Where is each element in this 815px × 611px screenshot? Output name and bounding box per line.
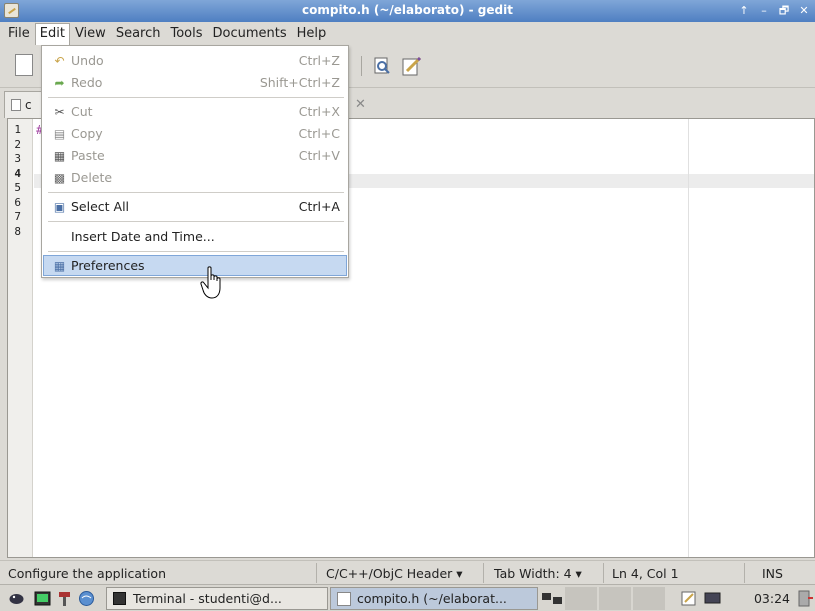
status-separator [744,563,745,583]
right-margin-line [688,119,689,557]
status-message: Configure the application [8,566,166,581]
delete-icon: ▩ [53,170,66,185]
taskbar-gedit-button[interactable]: compito.h (~/elaborat... [330,587,538,610]
network-icon[interactable] [541,590,563,607]
workspace-1[interactable] [565,587,597,610]
redo-icon: ➦ [54,75,65,90]
undo-icon: ↶ [54,53,65,68]
menu-item-paste[interactable]: ▦ Paste Ctrl+V [43,145,347,166]
terminal-launcher-icon[interactable] [34,590,51,607]
taskbar-gedit-label: compito.h (~/elaborat... [357,591,507,606]
toolbar-separator [361,56,362,76]
menu-file[interactable]: File [3,23,35,44]
gedit-icon [337,592,351,606]
web-browser-icon[interactable] [78,590,95,607]
preferences-icon: ▦ [53,258,66,273]
print-preview-icon[interactable] [373,57,391,75]
menu-item-preferences[interactable]: ▦ Preferences [43,255,347,276]
title-bar[interactable]: compito.h (~/elaborato) - gedit ↑ – 🗗 ✕ [0,0,815,22]
scissors-icon: ✂ [54,104,65,119]
line-number: 5 [14,181,21,194]
menu-item-cut[interactable]: ✂ Cut Ctrl+X [43,101,347,122]
menu-documents[interactable]: Documents [208,23,292,44]
menu-view[interactable]: View [70,23,111,44]
menu-bar: File Edit View Search Tools Documents He… [0,22,815,45]
window-maximize-button[interactable]: 🗗 [775,2,793,19]
menu-search[interactable]: Search [111,23,166,44]
menu-item-delete[interactable]: ▩ Delete [43,167,347,188]
display-tray-icon[interactable] [704,590,721,607]
menu-separator [48,251,344,252]
status-separator [316,563,317,583]
paste-icon: ▦ [53,148,66,163]
menu-item-redo[interactable]: ➦ Redo Shift+Ctrl+Z [43,72,347,93]
menu-item-copy[interactable]: ▤ Copy Ctrl+C [43,123,347,144]
status-separator [483,563,484,583]
line-number: 8 [14,224,21,238]
menu-item-insert-date[interactable]: Insert Date and Time... [43,226,347,247]
workspace-2[interactable] [599,587,631,610]
status-bar: Configure the application C/C++/ObjC Hea… [0,560,815,584]
window-minimize-button[interactable]: – [755,2,773,19]
language-selector[interactable]: C/C++/ObjC Header ▾ [326,566,463,581]
document-tab-label: c [25,98,32,112]
window-title: compito.h (~/elaborato) - gedit [302,3,513,17]
line-number: 1 [14,123,21,136]
line-number: 3 [14,152,21,165]
menu-separator [48,97,344,98]
menu-separator [48,221,344,222]
tab-close-icon[interactable]: ✕ [355,97,366,112]
window-close-button[interactable]: ✕ [795,2,813,19]
line-number: 7 [14,210,21,223]
menu-edit[interactable]: Edit [34,22,70,45]
terminal-icon [113,592,126,605]
taskbar-terminal-label: Terminal - studenti@d... [133,591,282,606]
select-all-icon: ▣ [53,199,66,214]
line-number: 2 [14,137,21,151]
line-number-gutter: 1 2 3 4 5 6 7 8 [8,119,33,557]
window-above-button[interactable]: ↑ [735,2,753,19]
document-icon [11,99,21,111]
tab-width-selector[interactable]: Tab Width: 4 ▾ [494,566,582,581]
edit-document-icon[interactable] [401,55,423,77]
edit-menu-dropdown: ↶ Undo Ctrl+Z ➦ Redo Shift+Ctrl+Z ✂ Cut … [41,45,349,278]
taskbar: Terminal - studenti@d... compito.h (~/el… [0,584,815,611]
settings-launcher-icon[interactable] [56,590,73,607]
clock: 03:24 [753,591,790,606]
copy-icon: ▤ [53,126,66,141]
menu-tools[interactable]: Tools [165,23,207,44]
menu-separator [48,192,344,193]
hand-cursor-icon [200,266,221,299]
menu-item-undo[interactable]: ↶ Undo Ctrl+Z [43,50,347,71]
menu-item-select-all[interactable]: ▣ Select All Ctrl+A [43,196,347,217]
notes-tray-icon[interactable] [680,590,697,607]
workspace-3[interactable] [633,587,665,610]
document-tab[interactable]: c [4,91,44,118]
taskbar-terminal-button[interactable]: Terminal - studenti@d... [106,587,328,610]
insert-mode: INS [762,566,783,581]
cursor-position: Ln 4, Col 1 [612,566,679,581]
menu-help[interactable]: Help [292,23,332,44]
line-number: 6 [14,195,21,209]
new-document-icon[interactable] [15,54,33,76]
status-separator [603,563,604,583]
logout-icon[interactable] [797,590,814,607]
line-number-current: 4 [14,166,21,180]
xfce-menu-icon[interactable] [8,590,25,607]
